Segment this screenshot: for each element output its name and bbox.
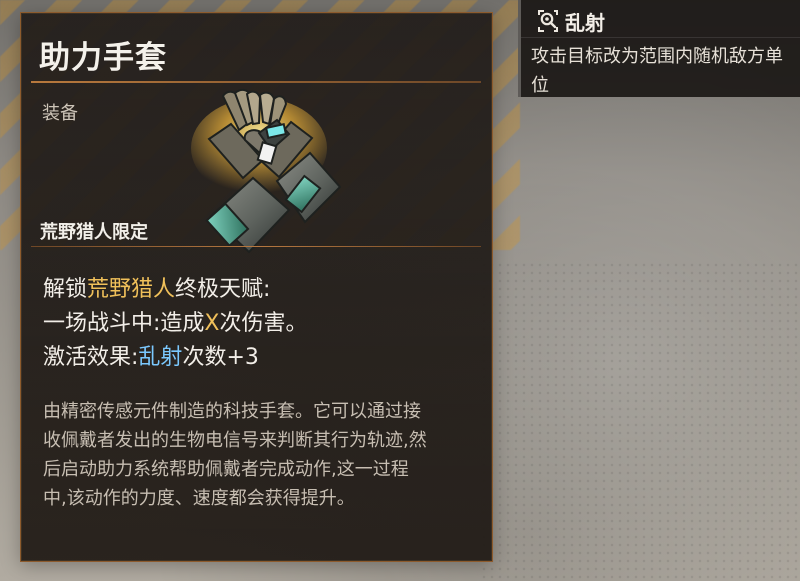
flavor-line: 由精密传感元件制造的科技手套。它可以通过接 xyxy=(43,401,421,422)
effect-line-activate: 激活效果:乱射次数+3 xyxy=(43,341,473,375)
flavor-line: 中,该动作的力度、速度都会获得提升。 xyxy=(43,488,355,509)
effect-line-activate-prefix: 激活效果: xyxy=(43,345,139,370)
flavor-line: 收佩戴者发出的生物电信号来判断其行为轨迹,然 xyxy=(43,430,427,451)
limited-label: 荒野猎人限定 xyxy=(40,222,148,243)
flavor-text: 由精密传感元件制造的科技手套。它可以通过接 收佩戴者发出的生物电信号来判断其行为… xyxy=(43,397,475,513)
item-title: 助力手套 xyxy=(39,40,167,76)
background-dots xyxy=(480,261,800,581)
effect-line-battle: 一场战斗中:造成X次伤害。 xyxy=(43,307,473,341)
effect-line-battle-suffix: 次伤害。 xyxy=(219,311,308,336)
flavor-line: 后启动助力系统帮助佩戴者完成动作,这一过程 xyxy=(43,459,409,480)
effect-line-unlock: 解锁荒野猎人终极天赋: xyxy=(43,273,473,307)
effect-line-activate-suffix: 次数+3 xyxy=(182,345,259,370)
item-category: 装备 xyxy=(42,103,78,124)
effect-description: 解锁荒野猎人终极天赋: 一场战斗中:造成X次伤害。 激活效果:乱射次数+3 xyxy=(43,273,473,375)
effect-line-unlock-highlight: 荒野猎人 xyxy=(87,277,176,302)
item-detail-card: 助力手套 装备 荒野猎人限定 解锁荒野猎人终极天赋: 一场战斗中:造成X次伤害。… xyxy=(20,12,493,562)
title-divider xyxy=(31,81,481,83)
effect-line-battle-prefix: 一场战斗中:造成 xyxy=(43,311,205,336)
tooltip-title: 乱射 xyxy=(565,11,605,35)
tooltip-text: 攻击目标改为范围内随机敌方单位 xyxy=(531,46,783,96)
skill-tooltip: 乱射 攻击目标改为范围内随机敌方单位 xyxy=(518,0,800,97)
volley-icon xyxy=(538,10,558,32)
effect-line-activate-highlight: 乱射 xyxy=(138,345,183,370)
section-divider xyxy=(31,246,481,247)
effect-line-battle-highlight: X xyxy=(204,311,220,336)
gloves-icon xyxy=(191,88,341,254)
effect-line-unlock-prefix: 解锁 xyxy=(43,277,88,302)
effect-line-unlock-suffix: 终极天赋: xyxy=(175,277,271,302)
tooltip-divider xyxy=(521,37,800,38)
